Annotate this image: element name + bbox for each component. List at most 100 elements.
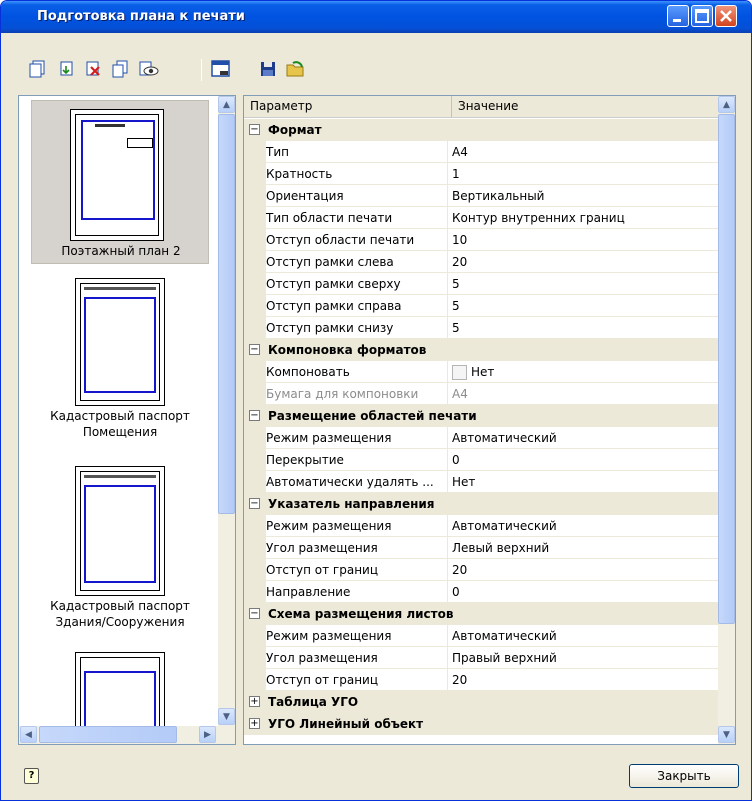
thumbnail-item[interactable]: Кадастровый паспорт Здания/Сооружения [31, 462, 209, 632]
grid-vertical-scrollbar[interactable]: ▲ ▼ [718, 96, 735, 744]
property-value[interactable]: Нет [452, 471, 475, 493]
collapse-icon[interactable]: − [249, 608, 260, 619]
property-name: Перекрытие [266, 449, 448, 471]
expand-icon[interactable]: + [249, 718, 260, 729]
property-row[interactable]: Направление 0 [244, 581, 718, 603]
property-row[interactable]: Режим размещения Автоматический [244, 515, 718, 537]
property-name: Отступ рамки слева [266, 251, 448, 273]
property-row[interactable]: Тип A4 [244, 141, 718, 163]
property-row[interactable]: Угол размещения Левый верхний [244, 537, 718, 559]
thumbnails-vertical-scrollbar[interactable]: ▲ ▼ [218, 96, 235, 726]
scroll-down-button[interactable]: ▼ [718, 726, 735, 743]
property-value[interactable]: 5 [452, 295, 460, 317]
collapse-icon[interactable]: − [249, 498, 260, 509]
property-name: Бумага для компоновки [266, 383, 448, 405]
maximize-button[interactable] [691, 5, 713, 27]
property-value[interactable]: 20 [452, 559, 467, 581]
property-row[interactable]: Отступ рамки снизу 5 [244, 317, 718, 339]
property-value[interactable]: Вертикальный [452, 185, 544, 207]
property-row[interactable]: Режим размещения Автоматический [244, 427, 718, 449]
property-value[interactable]: Правый верхний [452, 647, 557, 669]
thumbnail-item[interactable]: Кадастровый паспорт Помещения [31, 274, 209, 464]
scroll-down-button[interactable]: ▼ [218, 708, 235, 725]
grid-category[interactable]: − Размещение областей печати [244, 405, 718, 427]
save-button[interactable] [256, 57, 280, 81]
property-value[interactable]: 20 [452, 669, 467, 691]
scroll-right-button[interactable]: ▶ [199, 726, 216, 743]
category-title: Формат [268, 123, 322, 137]
property-row[interactable]: Режим размещения Автоматический [244, 625, 718, 647]
sheet-thumbnails-pane[interactable]: Поэтажный план 2 Кадастровый паспорт Пом… [18, 95, 236, 745]
expand-icon[interactable]: + [249, 696, 260, 707]
property-value[interactable]: Контур внутренних границ [452, 207, 625, 229]
grid-category[interactable]: + УГО Линейный объект [244, 713, 718, 735]
help-button[interactable]: ? [24, 768, 39, 784]
minimize-button[interactable] [667, 5, 689, 27]
property-row[interactable]: Угол размещения Правый верхний [244, 647, 718, 669]
collapse-icon[interactable]: − [249, 410, 260, 421]
property-value[interactable]: Левый верхний [452, 537, 549, 559]
checkbox[interactable] [452, 365, 467, 380]
delete-sheet-button[interactable] [81, 57, 105, 81]
property-row[interactable]: Отступ рамки справа 5 [244, 295, 718, 317]
property-row[interactable]: Автоматически удалять ... Нет [244, 471, 718, 493]
collapse-icon[interactable]: − [249, 344, 260, 355]
thumbnail-item[interactable] [31, 648, 209, 744]
thumbnail-item[interactable]: Поэтажный план 2 [31, 100, 209, 264]
thumbnail-label: Поэтажный план 2 [61, 244, 181, 258]
property-value[interactable]: 1 [452, 163, 460, 185]
property-name: Кратность [266, 163, 448, 185]
copy-sheet-button[interactable] [108, 57, 132, 81]
scroll-up-button[interactable]: ▲ [718, 96, 735, 113]
property-row[interactable]: Отступ от границ 20 [244, 669, 718, 691]
grid-category[interactable]: + Таблица УГО [244, 691, 718, 713]
property-row[interactable]: Компоновать Нет [244, 361, 718, 383]
property-value[interactable]: A4 [452, 383, 468, 405]
property-row[interactable]: Ориентация Вертикальный [244, 185, 718, 207]
add-sheet-button[interactable] [25, 57, 49, 81]
property-value[interactable]: A4 [452, 141, 468, 163]
grid-category[interactable]: − Схема размещения листов [244, 603, 718, 625]
close-window-button[interactable] [715, 5, 737, 27]
property-row[interactable]: Перекрытие 0 [244, 449, 718, 471]
property-value[interactable]: 20 [452, 251, 467, 273]
open-button[interactable] [283, 57, 307, 81]
property-value[interactable]: 10 [452, 229, 467, 251]
property-value[interactable]: 0 [452, 581, 460, 603]
scroll-thumb[interactable] [218, 114, 235, 514]
property-row[interactable]: Отступ от границ 20 [244, 559, 718, 581]
property-row[interactable]: Кратность 1 [244, 163, 718, 185]
property-value[interactable]: Автоматический [452, 427, 557, 449]
property-grid[interactable]: Параметр Значение − Формат Тип A4 Кратность 1… [243, 95, 736, 745]
property-row[interactable]: Отступ рамки сверху 5 [244, 273, 718, 295]
category-title: Схема размещения листов [268, 607, 454, 621]
property-value[interactable]: 5 [452, 317, 460, 339]
column-header-param[interactable]: Параметр [244, 96, 452, 117]
property-row[interactable]: Отступ рамки слева 20 [244, 251, 718, 273]
property-row[interactable]: Тип области печати Контур внутренних гран… [244, 207, 718, 229]
collapse-icon[interactable]: − [249, 124, 260, 135]
category-title: УГО Линейный объект [268, 717, 424, 731]
preview-button[interactable] [137, 57, 161, 81]
scroll-up-button[interactable]: ▲ [218, 96, 235, 113]
scroll-left-button[interactable]: ◀ [20, 726, 37, 743]
grid-category[interactable]: − Компоновка форматов [244, 339, 718, 361]
page-setup-button[interactable] [209, 57, 233, 81]
property-value-checkbox[interactable]: Нет [452, 361, 494, 383]
property-row[interactable]: Бумага для компоновки A4 [244, 383, 718, 405]
column-header-value[interactable]: Значение [452, 96, 718, 117]
thumbnails-horizontal-scrollbar[interactable]: ◀ ▶ [19, 726, 235, 744]
grid-category[interactable]: − Формат [244, 119, 718, 141]
grid-category[interactable]: − Указатель направления [244, 493, 718, 515]
property-name: Тип [266, 141, 448, 163]
scroll-thumb[interactable] [39, 726, 177, 743]
property-value[interactable]: Автоматический [452, 515, 557, 537]
close-button[interactable]: Закрыть [629, 764, 739, 788]
insert-sheet-button[interactable] [54, 57, 78, 81]
title-bar[interactable]: Подготовка плана к печати [1, 1, 751, 33]
property-row[interactable]: Отступ области печати 10 [244, 229, 718, 251]
property-value[interactable]: 5 [452, 273, 460, 295]
property-value[interactable]: Автоматический [452, 625, 557, 647]
scroll-thumb[interactable] [718, 114, 735, 624]
property-value[interactable]: 0 [452, 449, 460, 471]
